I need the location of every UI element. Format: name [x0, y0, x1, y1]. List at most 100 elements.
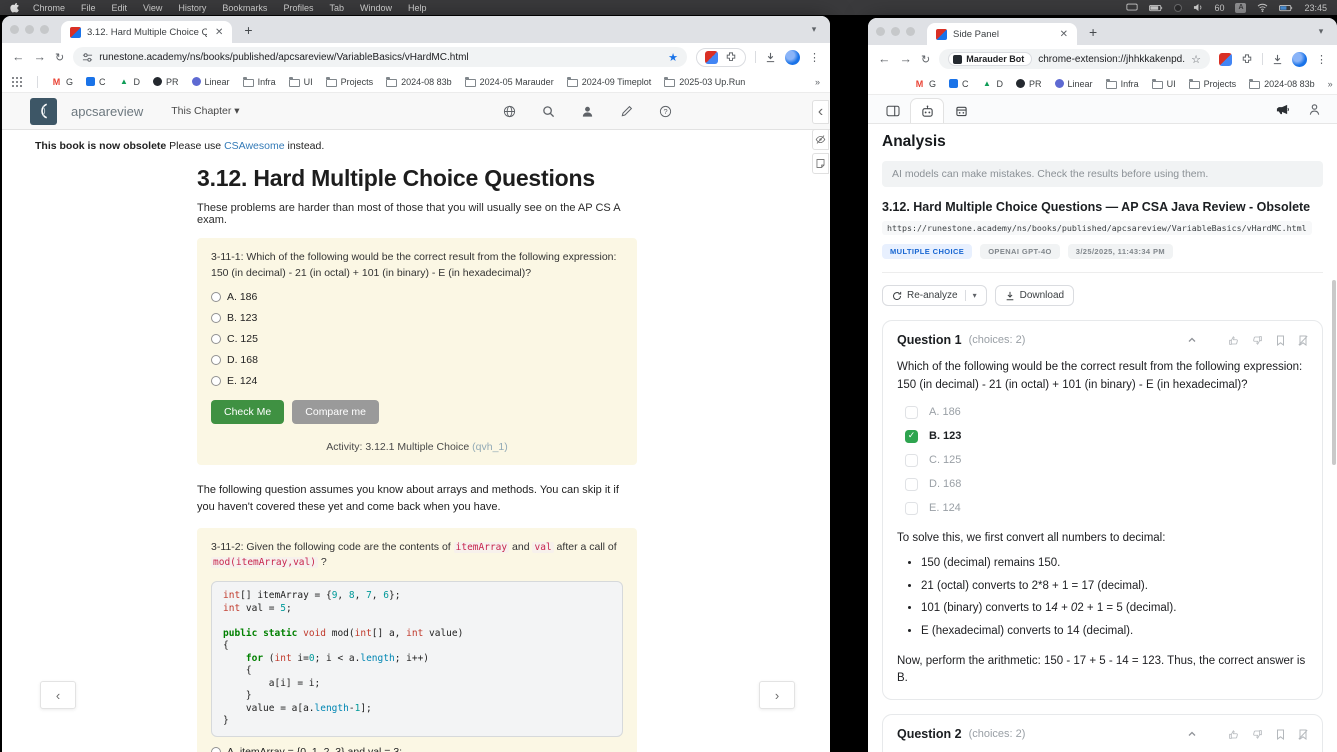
bookmark-item[interactable]: 2024-08 83b	[1249, 79, 1315, 89]
tab-search-chevron-icon[interactable]: ▾	[806, 22, 822, 38]
bookmark-item[interactable]: Linear	[192, 77, 230, 87]
answer-option[interactable]: C. 125	[211, 333, 623, 345]
bookmark-item[interactable]: 2025-03 Up.Run	[664, 77, 745, 87]
back-icon[interactable]: ←	[878, 52, 891, 66]
help-icon[interactable]: ?	[659, 105, 672, 118]
bookmark-item[interactable]: UI	[289, 77, 313, 87]
tab-search-chevron-icon[interactable]: ▾	[1313, 24, 1329, 40]
answer-option[interactable]: B. 123	[211, 312, 623, 324]
bookmark-item[interactable]: 2024-05 Marauder	[465, 77, 554, 87]
check-me-button[interactable]: Check Me	[211, 400, 284, 424]
browser-tab[interactable]: 3.12. Hard Multiple Choice Q... ✕	[61, 21, 232, 43]
menubar-item[interactable]: Profiles	[275, 3, 321, 13]
bookmark-item[interactable]: C	[86, 77, 106, 87]
thumbs-down-icon[interactable]	[1252, 335, 1263, 346]
back-icon[interactable]: ←	[12, 50, 25, 64]
profile-avatar[interactable]	[1292, 52, 1307, 67]
compare-me-button[interactable]: Compare me	[292, 400, 379, 424]
bookmark-item[interactable]: PR	[1016, 79, 1042, 89]
wifi-icon[interactable]	[1257, 3, 1268, 12]
checkbox-icon[interactable]	[905, 430, 918, 443]
thumbs-up-icon[interactable]	[1228, 335, 1239, 346]
menubar-item[interactable]: Edit	[104, 3, 136, 13]
bookmark-item[interactable]: Infra	[1106, 79, 1139, 89]
display-icon[interactable]	[1126, 3, 1138, 12]
profile-avatar[interactable]	[785, 50, 800, 65]
close-button[interactable]	[10, 25, 19, 34]
bookmark-item[interactable]: Infra	[243, 77, 276, 87]
prev-page-button[interactable]: ‹	[40, 681, 76, 709]
bookmark-slash-icon[interactable]	[1298, 729, 1308, 740]
menubar-item[interactable]: View	[135, 3, 170, 13]
checkbox-icon[interactable]	[905, 502, 918, 515]
radio-icon[interactable]	[211, 747, 221, 752]
site-brand[interactable]: apcsareview	[71, 104, 143, 119]
forward-icon[interactable]: →	[900, 52, 913, 66]
bookmark-item[interactable]: Linear	[1055, 79, 1093, 89]
tab-browser-view[interactable]	[876, 98, 910, 123]
thumbs-down-icon[interactable]	[1252, 729, 1263, 740]
menubar-item[interactable]: Chrome	[25, 3, 73, 13]
answer-option[interactable]: A. itemArray = {0, 1, 2, 3} and val = 3;	[211, 746, 623, 752]
reanalyze-button[interactable]: Re-analyze ▾	[882, 285, 987, 306]
bookmark-item[interactable]: PR	[153, 77, 179, 87]
downloads-icon[interactable]	[1272, 54, 1283, 65]
forward-icon[interactable]: →	[34, 50, 47, 64]
bookmark-item[interactable]: D	[982, 79, 1004, 89]
thumbs-up-icon[interactable]	[1228, 729, 1239, 740]
next-page-button[interactable]: ›	[759, 681, 795, 709]
menubar-item[interactable]: Bookmarks	[214, 3, 275, 13]
radio-icon[interactable]	[211, 313, 221, 323]
bookmark-item[interactable]: 2024-09 Timeplot	[567, 77, 652, 87]
do-not-disturb-icon[interactable]	[1174, 4, 1182, 12]
pencil-icon[interactable]	[620, 105, 633, 118]
bookmark-slash-icon[interactable]	[1298, 335, 1308, 346]
bookmark-item[interactable]: UI	[1152, 79, 1176, 89]
zoom-button[interactable]	[906, 27, 915, 36]
new-tab-button[interactable]: +	[1089, 24, 1097, 40]
chapter-menu[interactable]: This Chapter ▾	[171, 105, 239, 117]
minimize-button[interactable]	[891, 27, 900, 36]
bookmark-item[interactable]: G	[51, 77, 73, 87]
apps-grid-icon[interactable]	[12, 77, 14, 79]
tab-analysis-bot[interactable]	[910, 98, 944, 123]
minimize-button[interactable]	[25, 25, 34, 34]
extension-icon[interactable]	[705, 51, 718, 64]
answer-option[interactable]: A. 186	[211, 291, 623, 303]
search-icon[interactable]	[542, 105, 555, 118]
puzzle-icon[interactable]	[1241, 53, 1253, 65]
menubar-item[interactable]: History	[170, 3, 214, 13]
answer-option[interactable]: E. 124	[211, 375, 623, 387]
radio-icon[interactable]	[211, 376, 221, 386]
bookmark-star-icon[interactable]: ★	[668, 51, 678, 64]
scratchpad-icon[interactable]	[812, 153, 829, 174]
battery-icon[interactable]	[1279, 4, 1293, 12]
bookmark-item[interactable]: Projects	[326, 77, 374, 87]
panel-scrollbar[interactable]	[1332, 280, 1336, 465]
extension-icon[interactable]	[1219, 53, 1232, 66]
bookmark-icon[interactable]	[1276, 729, 1285, 740]
menubar-item[interactable]: Tab	[321, 3, 352, 13]
globe-icon[interactable]	[503, 105, 516, 118]
account-icon[interactable]	[1308, 103, 1321, 116]
radio-icon[interactable]	[211, 355, 221, 365]
chevron-down-icon[interactable]: ▾	[973, 291, 977, 300]
new-tab-button[interactable]: +	[244, 22, 252, 38]
radio-icon[interactable]	[211, 334, 221, 344]
bookmark-item[interactable]: 2024-08 83b	[386, 77, 452, 87]
tab-close-icon[interactable]: ✕	[1060, 29, 1068, 40]
extension-name-chip[interactable]: Marauder Bot	[948, 52, 1032, 66]
downloads-icon[interactable]	[765, 52, 776, 63]
megaphone-icon[interactable]	[1275, 103, 1290, 116]
scratch-activecode-icon[interactable]	[812, 129, 829, 150]
site-settings-icon[interactable]	[82, 52, 93, 63]
radio-icon[interactable]	[211, 292, 221, 302]
bookmark-icon[interactable]	[1276, 335, 1285, 346]
checkbox-icon[interactable]	[905, 406, 918, 419]
zoom-button[interactable]	[40, 25, 49, 34]
csawesome-link[interactable]: CSAwesome	[224, 140, 285, 152]
reload-icon[interactable]: ↻	[55, 51, 64, 64]
url-bar[interactable]: Marauder Bot chrome-extension://jhhkkake…	[939, 49, 1210, 69]
input-source-icon[interactable]: A	[1235, 3, 1246, 13]
battery-widget-icon[interactable]	[1149, 4, 1163, 12]
